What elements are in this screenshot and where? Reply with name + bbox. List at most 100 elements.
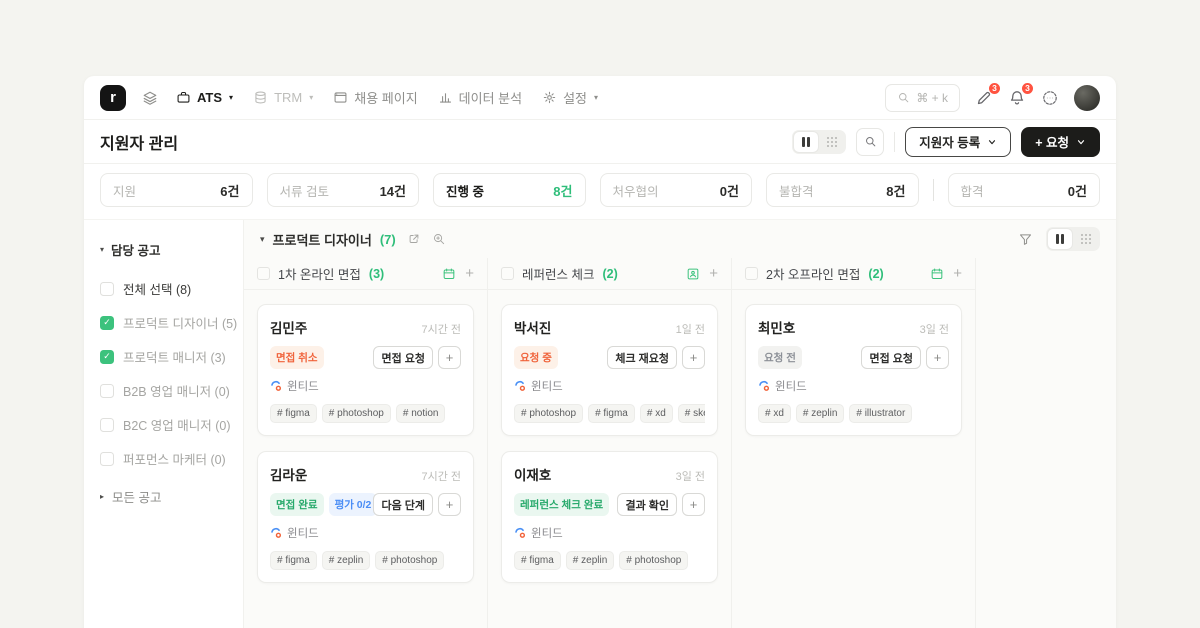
global-search-button[interactable]: ⌘ + k — [885, 83, 960, 112]
kanban-view-button[interactable] — [794, 131, 819, 152]
calendar-icon[interactable] — [930, 267, 944, 281]
sidebar-section-my-jobs[interactable]: ▾ 담당 공고 — [100, 240, 227, 259]
page-header: 지원자 관리 지원자 등록 + 요청 — [84, 120, 1116, 164]
sidebar-job-filter[interactable]: ✓ 프로덕트 매니저 (3) — [100, 347, 227, 366]
card-action-button[interactable]: 면접 요청 — [373, 346, 433, 369]
column-add-icon[interactable]: + — [709, 266, 718, 281]
stat-label: 불합격 — [779, 184, 814, 199]
skill-tag: # zeplin — [795, 404, 845, 423]
card-timestamp: 7시간 전 — [421, 324, 461, 336]
sidebar-job-filter[interactable]: 전체 선택 (8) — [100, 279, 227, 298]
column-header: 2차 오프라인 면접 (2) + — [732, 258, 975, 290]
chevron-down-icon: ▾ — [229, 93, 234, 102]
pipeline-stat-box[interactable]: 지원 6건 — [100, 173, 253, 207]
nav-label: ATS — [197, 90, 223, 105]
skill-tags: # xd # zeplin # illustrator — [758, 404, 949, 423]
checkbox[interactable]: ✓ — [100, 315, 114, 330]
skill-tags: # photoshop# figma# xd# sketch — [514, 404, 705, 423]
sidebar-item-label: 전체 선택 (8) — [123, 283, 192, 297]
checkbox[interactable]: ✓ — [100, 349, 114, 364]
candidate-card[interactable]: 박서진 1일 전 요청 중 체크 재요청 + 윈티드 # photoshop # … — [501, 304, 718, 436]
candidate-name: 최민호 — [758, 321, 796, 336]
grid-view-button[interactable] — [820, 132, 844, 152]
compose-pen-icon[interactable]: 3 — [975, 81, 1001, 107]
pipeline-stat-box[interactable]: 불합격 8건 — [766, 173, 919, 207]
card-action-button[interactable]: 결과 확인 — [617, 493, 677, 516]
sidebar-item-label: B2B 영업 매니저 (0) — [123, 385, 230, 399]
column-count: (2) — [868, 266, 884, 281]
card-action-button[interactable]: 면접 요청 — [861, 346, 921, 369]
pipeline-stat-box[interactable]: 서류 검토 14건 — [266, 173, 419, 207]
triangle-down-icon[interactable]: ▾ — [260, 234, 265, 245]
checkbox[interactable] — [100, 417, 114, 432]
checkbox[interactable] — [100, 451, 114, 466]
kanban-column: 레퍼런스 체크 (2) + 박서진 1일 전 요청 중 체크 재요청 + 윈티드… — [488, 258, 732, 628]
card-add-button[interactable]: + — [682, 346, 705, 369]
sidebar-job-filter[interactable]: B2C 영업 매니저 (0) — [100, 415, 231, 434]
checkbox[interactable] — [100, 383, 114, 398]
skill-tags: # figma # zeplin # photoshop — [514, 551, 705, 570]
workspace-stack-icon[interactable] — [142, 90, 158, 106]
nav-label: 데이터 분석 — [458, 91, 523, 106]
grid-view-button[interactable] — [1074, 229, 1098, 249]
app-logo[interactable]: r — [100, 84, 126, 111]
topnav-item[interactable]: 채용 페이지 — [333, 88, 418, 107]
skill-tag: # photoshop — [375, 551, 445, 570]
checkbox[interactable] — [100, 281, 114, 296]
reference-check-icon[interactable] — [686, 267, 700, 281]
user-avatar[interactable] — [1074, 84, 1100, 111]
pipeline-stat-box[interactable]: 처우협의 0건 — [599, 173, 752, 207]
sidebar-job-filter[interactable]: B2B 영업 매니저 (0) — [100, 381, 230, 400]
filter-funnel-icon[interactable] — [1018, 232, 1033, 247]
sidebar-item-label: 프로덕트 디자이너 (5) — [123, 317, 238, 331]
app-window: r ATS ▾ TRM ▾ 채용 페이지 데이터 분석 설정 ▾ ⌘ + k 3 — [84, 76, 1116, 628]
chevron-down-icon: ▾ — [309, 93, 314, 102]
status-badges: 요청 중 — [514, 346, 558, 369]
card-add-button[interactable]: + — [438, 346, 461, 369]
zoom-in-icon[interactable] — [432, 232, 446, 246]
stat-value: 0건 — [1067, 183, 1087, 199]
card-add-button[interactable]: + — [926, 346, 949, 369]
pipeline-stat-box[interactable]: 진행 중 8건 — [433, 173, 586, 207]
candidate-name: 김라운 — [270, 468, 308, 483]
search-shortcut-label: ⌘ + k — [916, 90, 948, 105]
bell-icon[interactable]: 3 — [1008, 81, 1034, 107]
topnav-item[interactable]: 설정 ▾ — [542, 88, 598, 107]
column-add-icon[interactable]: + — [953, 266, 962, 281]
column-checkbox[interactable] — [257, 267, 270, 280]
register-applicant-button[interactable]: 지원자 등록 — [905, 126, 1012, 157]
candidate-card[interactable]: 김라운 7시간 전 면접 완료 평가 0/2 다음 단계 + 윈티드 # figm… — [257, 451, 474, 583]
sidebar-job-list: 전체 선택 (8) ✓ 프로덕트 디자이너 (5) ✓ 프로덕트 매니저 (3)… — [100, 279, 237, 468]
candidate-card[interactable]: 이재호 3일 전 레퍼런스 체크 완료 결과 확인 + 윈티드 # figma #… — [501, 451, 718, 583]
external-link-icon[interactable] — [407, 232, 421, 246]
pipeline-stat-box[interactable]: 합격 0건 — [947, 173, 1100, 207]
card-add-button[interactable]: + — [682, 493, 705, 516]
column-checkbox[interactable] — [745, 267, 758, 280]
sidebar-job-filter[interactable]: ✓ 프로덕트 디자이너 (5) — [100, 313, 237, 332]
topnav-item[interactable]: 데이터 분석 — [438, 88, 522, 107]
sidebar-job-filter[interactable]: 퍼포먼스 마케터 (0) — [100, 449, 227, 468]
request-button[interactable]: + 요청 — [1021, 126, 1100, 157]
candidate-card[interactable]: 최민호 3일 전 요청 전 면접 요청 + 윈티드 # xd # zeplin # … — [745, 304, 962, 436]
card-add-button[interactable]: + — [438, 493, 461, 516]
card-action-button[interactable]: 다음 단계 — [373, 493, 433, 516]
chevron-down-icon — [987, 137, 997, 147]
skill-tag: # photoshop — [321, 404, 391, 423]
topnav-item[interactable]: TRM ▾ — [253, 90, 313, 105]
candidate-card[interactable]: 김민주 7시간 전 면접 취소 면접 요청 + 윈티드 # figma # pho… — [257, 304, 474, 436]
card-action-button[interactable]: 체크 재요청 — [607, 346, 677, 369]
kanban-view-button[interactable] — [1048, 229, 1072, 249]
calendar-icon[interactable] — [442, 267, 456, 281]
skill-tag: # figma — [588, 404, 635, 423]
board-title: 프로덕트 디자이너 — [272, 232, 372, 248]
column-checkbox[interactable] — [501, 267, 514, 280]
topnav-item[interactable]: ATS ▾ — [176, 90, 233, 105]
skill-tag: # zeplin — [321, 551, 371, 570]
column-count: (2) — [602, 266, 618, 281]
chat-bubble-icon[interactable] — [1041, 89, 1059, 107]
bell-notification-badge: 3 — [1021, 81, 1034, 95]
sidebar-section-all-jobs[interactable]: ▸ 모든 공고 — [100, 487, 227, 506]
candidate-name: 김민주 — [270, 321, 308, 336]
search-icon-button[interactable] — [856, 127, 885, 156]
column-add-icon[interactable]: + — [465, 266, 474, 281]
